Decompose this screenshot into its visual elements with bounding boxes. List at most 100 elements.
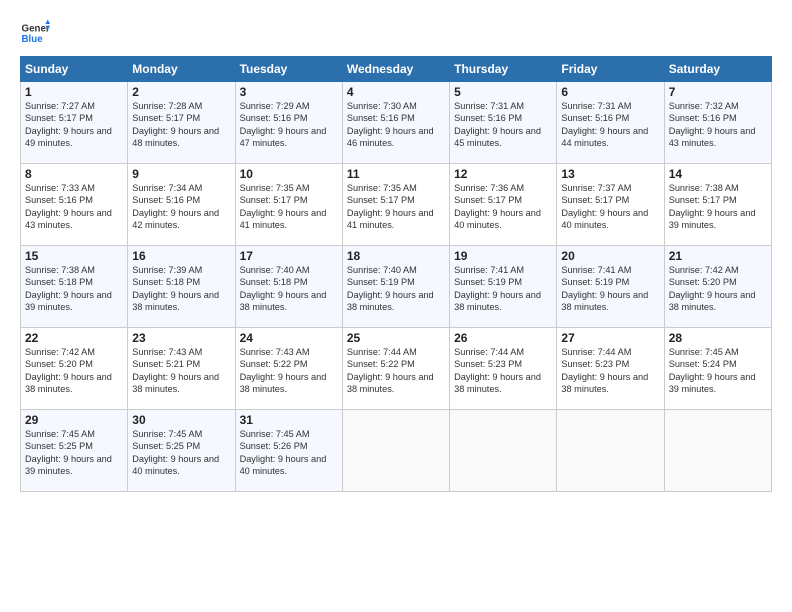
header-sunday: Sunday [21,57,128,82]
day-number: 26 [454,331,552,345]
header-thursday: Thursday [450,57,557,82]
calendar-cell: 17 Sunrise: 7:40 AM Sunset: 5:18 PM Dayl… [235,246,342,328]
day-info: Sunrise: 7:35 AM Sunset: 5:17 PM Dayligh… [347,182,445,232]
day-number: 9 [132,167,230,181]
calendar-cell: 25 Sunrise: 7:44 AM Sunset: 5:22 PM Dayl… [342,328,449,410]
day-number: 4 [347,85,445,99]
calendar-cell: 9 Sunrise: 7:34 AM Sunset: 5:16 PM Dayli… [128,164,235,246]
day-number: 8 [25,167,123,181]
day-info: Sunrise: 7:44 AM Sunset: 5:22 PM Dayligh… [347,346,445,396]
calendar-cell: 29 Sunrise: 7:45 AM Sunset: 5:25 PM Dayl… [21,410,128,492]
day-number: 23 [132,331,230,345]
day-number: 3 [240,85,338,99]
calendar-week-2: 8 Sunrise: 7:33 AM Sunset: 5:16 PM Dayli… [21,164,772,246]
calendar-cell [557,410,664,492]
day-number: 18 [347,249,445,263]
logo-icon: General Blue [20,18,50,48]
calendar-week-5: 29 Sunrise: 7:45 AM Sunset: 5:25 PM Dayl… [21,410,772,492]
calendar-cell: 10 Sunrise: 7:35 AM Sunset: 5:17 PM Dayl… [235,164,342,246]
page-header: General Blue [20,18,772,48]
day-number: 2 [132,85,230,99]
calendar-cell: 21 Sunrise: 7:42 AM Sunset: 5:20 PM Dayl… [664,246,771,328]
calendar-cell: 23 Sunrise: 7:43 AM Sunset: 5:21 PM Dayl… [128,328,235,410]
calendar-cell: 20 Sunrise: 7:41 AM Sunset: 5:19 PM Dayl… [557,246,664,328]
day-info: Sunrise: 7:45 AM Sunset: 5:25 PM Dayligh… [132,428,230,478]
calendar-cell: 22 Sunrise: 7:42 AM Sunset: 5:20 PM Dayl… [21,328,128,410]
day-number: 1 [25,85,123,99]
calendar-table: SundayMondayTuesdayWednesdayThursdayFrid… [20,56,772,492]
day-info: Sunrise: 7:40 AM Sunset: 5:18 PM Dayligh… [240,264,338,314]
day-info: Sunrise: 7:33 AM Sunset: 5:16 PM Dayligh… [25,182,123,232]
day-number: 15 [25,249,123,263]
calendar-cell: 19 Sunrise: 7:41 AM Sunset: 5:19 PM Dayl… [450,246,557,328]
day-number: 12 [454,167,552,181]
calendar-cell: 14 Sunrise: 7:38 AM Sunset: 5:17 PM Dayl… [664,164,771,246]
day-info: Sunrise: 7:34 AM Sunset: 5:16 PM Dayligh… [132,182,230,232]
calendar-cell: 12 Sunrise: 7:36 AM Sunset: 5:17 PM Dayl… [450,164,557,246]
day-info: Sunrise: 7:35 AM Sunset: 5:17 PM Dayligh… [240,182,338,232]
day-number: 7 [669,85,767,99]
logo: General Blue [20,18,50,48]
day-info: Sunrise: 7:38 AM Sunset: 5:18 PM Dayligh… [25,264,123,314]
day-info: Sunrise: 7:43 AM Sunset: 5:21 PM Dayligh… [132,346,230,396]
calendar-cell: 3 Sunrise: 7:29 AM Sunset: 5:16 PM Dayli… [235,82,342,164]
header-friday: Friday [557,57,664,82]
day-info: Sunrise: 7:29 AM Sunset: 5:16 PM Dayligh… [240,100,338,150]
day-info: Sunrise: 7:44 AM Sunset: 5:23 PM Dayligh… [561,346,659,396]
header-tuesday: Tuesday [235,57,342,82]
calendar-header-row: SundayMondayTuesdayWednesdayThursdayFrid… [21,57,772,82]
day-number: 28 [669,331,767,345]
day-number: 6 [561,85,659,99]
day-number: 22 [25,331,123,345]
calendar-cell: 2 Sunrise: 7:28 AM Sunset: 5:17 PM Dayli… [128,82,235,164]
day-info: Sunrise: 7:28 AM Sunset: 5:17 PM Dayligh… [132,100,230,150]
calendar-cell: 27 Sunrise: 7:44 AM Sunset: 5:23 PM Dayl… [557,328,664,410]
calendar-week-4: 22 Sunrise: 7:42 AM Sunset: 5:20 PM Dayl… [21,328,772,410]
calendar-cell: 16 Sunrise: 7:39 AM Sunset: 5:18 PM Dayl… [128,246,235,328]
day-number: 19 [454,249,552,263]
day-number: 5 [454,85,552,99]
day-number: 24 [240,331,338,345]
day-info: Sunrise: 7:31 AM Sunset: 5:16 PM Dayligh… [561,100,659,150]
day-number: 27 [561,331,659,345]
day-info: Sunrise: 7:31 AM Sunset: 5:16 PM Dayligh… [454,100,552,150]
svg-text:General: General [22,24,51,35]
day-number: 17 [240,249,338,263]
calendar-cell: 18 Sunrise: 7:40 AM Sunset: 5:19 PM Dayl… [342,246,449,328]
day-info: Sunrise: 7:42 AM Sunset: 5:20 PM Dayligh… [25,346,123,396]
day-number: 20 [561,249,659,263]
header-wednesday: Wednesday [342,57,449,82]
day-info: Sunrise: 7:40 AM Sunset: 5:19 PM Dayligh… [347,264,445,314]
day-info: Sunrise: 7:30 AM Sunset: 5:16 PM Dayligh… [347,100,445,150]
calendar-cell [342,410,449,492]
calendar-cell: 11 Sunrise: 7:35 AM Sunset: 5:17 PM Dayl… [342,164,449,246]
day-info: Sunrise: 7:45 AM Sunset: 5:26 PM Dayligh… [240,428,338,478]
day-number: 31 [240,413,338,427]
day-number: 25 [347,331,445,345]
day-number: 21 [669,249,767,263]
calendar-cell: 1 Sunrise: 7:27 AM Sunset: 5:17 PM Dayli… [21,82,128,164]
day-number: 16 [132,249,230,263]
day-number: 14 [669,167,767,181]
day-info: Sunrise: 7:37 AM Sunset: 5:17 PM Dayligh… [561,182,659,232]
calendar-cell: 13 Sunrise: 7:37 AM Sunset: 5:17 PM Dayl… [557,164,664,246]
day-info: Sunrise: 7:41 AM Sunset: 5:19 PM Dayligh… [454,264,552,314]
calendar-cell: 24 Sunrise: 7:43 AM Sunset: 5:22 PM Dayl… [235,328,342,410]
header-monday: Monday [128,57,235,82]
calendar-cell: 8 Sunrise: 7:33 AM Sunset: 5:16 PM Dayli… [21,164,128,246]
day-info: Sunrise: 7:27 AM Sunset: 5:17 PM Dayligh… [25,100,123,150]
day-number: 29 [25,413,123,427]
calendar-cell [450,410,557,492]
calendar-cell: 4 Sunrise: 7:30 AM Sunset: 5:16 PM Dayli… [342,82,449,164]
day-info: Sunrise: 7:42 AM Sunset: 5:20 PM Dayligh… [669,264,767,314]
day-info: Sunrise: 7:43 AM Sunset: 5:22 PM Dayligh… [240,346,338,396]
calendar-cell: 5 Sunrise: 7:31 AM Sunset: 5:16 PM Dayli… [450,82,557,164]
day-number: 30 [132,413,230,427]
day-info: Sunrise: 7:41 AM Sunset: 5:19 PM Dayligh… [561,264,659,314]
calendar-cell: 28 Sunrise: 7:45 AM Sunset: 5:24 PM Dayl… [664,328,771,410]
day-number: 13 [561,167,659,181]
day-number: 11 [347,167,445,181]
calendar-week-1: 1 Sunrise: 7:27 AM Sunset: 5:17 PM Dayli… [21,82,772,164]
calendar-cell [664,410,771,492]
day-info: Sunrise: 7:45 AM Sunset: 5:25 PM Dayligh… [25,428,123,478]
